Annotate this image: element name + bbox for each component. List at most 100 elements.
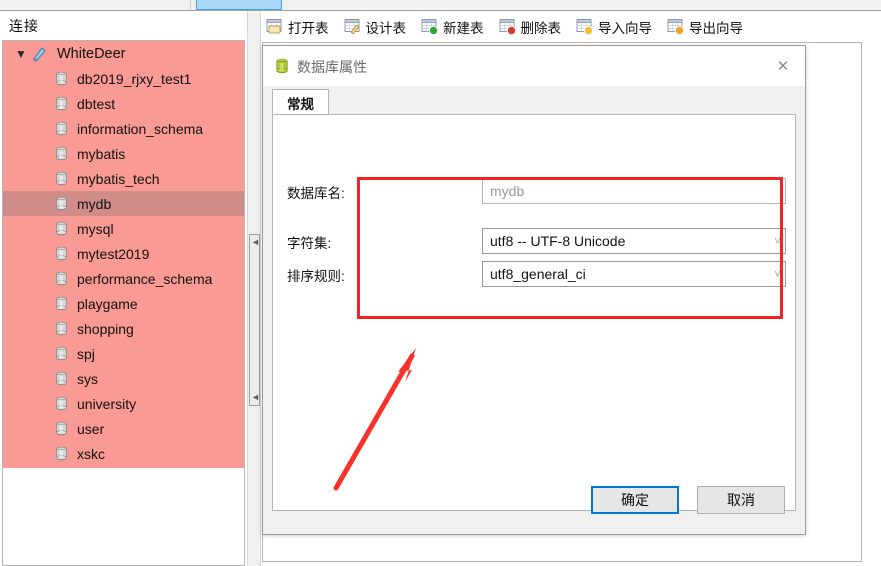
charset-select[interactable]: utf8 -- UTF-8 Unicode ˅ xyxy=(482,228,786,254)
tree-item-mybatis[interactable]: mybatis xyxy=(3,141,244,166)
collapse-left-arrow-icon[interactable]: ◄ xyxy=(251,238,260,247)
tree-item-whitedeer[interactable]: ▼ WhiteDeer xyxy=(3,41,244,66)
tree-item-sys[interactable]: sys xyxy=(3,366,244,391)
tree-item-user[interactable]: user xyxy=(3,416,244,441)
tree-item-label: performance_schema xyxy=(77,270,213,287)
toolbar-item-label: 导出向导 xyxy=(689,20,743,36)
database-icon xyxy=(54,446,69,461)
database-icon xyxy=(54,221,69,236)
field-row-collation: 排序规则: utf8_general_ci ˅ xyxy=(273,261,797,287)
tree-item-university[interactable]: university xyxy=(3,391,244,416)
database-icon xyxy=(54,421,69,436)
tree-item-mybatis_tech[interactable]: mybatis_tech xyxy=(3,166,244,191)
chevron-down-icon[interactable]: ˅ xyxy=(774,235,781,247)
tree-item-label: mysql xyxy=(77,220,114,237)
database-icon xyxy=(54,271,69,286)
tree-item-mytest2019[interactable]: mytest2019 xyxy=(3,241,244,266)
splitter-grip[interactable]: ◄ ◄ xyxy=(249,234,260,406)
tree-item-dbtest[interactable]: dbtest xyxy=(3,91,244,116)
top-strip-ghost-button-1[interactable] xyxy=(60,0,130,10)
tree-item-shopping[interactable]: shopping xyxy=(3,316,244,341)
connection-pane-header: 连接 xyxy=(0,11,247,40)
field-label-charset: 字符集: xyxy=(287,236,332,251)
database-icon xyxy=(54,146,69,161)
tree-item-label: mytest2019 xyxy=(77,245,150,262)
database-icon xyxy=(54,396,69,411)
ok-button[interactable]: 确定 xyxy=(591,486,679,514)
top-strip-ghost-button-2[interactable] xyxy=(140,0,190,10)
field-row-database-name: 数据库名: mydb xyxy=(273,178,797,204)
design-table-button[interactable]: 设计表 xyxy=(339,14,412,40)
chevron-down-icon[interactable]: ˅ xyxy=(774,268,781,280)
database-properties-dialog: 数据库属性 ✕ 常规 数据库名: mydb 字符集: utf8 -- UTF-8… xyxy=(262,45,806,535)
table-toolbar: 打开表 设计表 新建表 删除表 导入向导 导出向导 xyxy=(261,11,881,42)
dialog-body: 常规 数据库名: mydb 字符集: utf8 -- UTF-8 Unicode… xyxy=(263,86,805,534)
tree-item-label: sys xyxy=(77,370,98,387)
tree-item-label: dbtest xyxy=(77,95,116,112)
database-icon xyxy=(54,346,69,361)
top-tab-strip xyxy=(0,0,881,11)
connection-pane-title: 连接 xyxy=(9,18,39,34)
collation-select[interactable]: utf8_general_ci ˅ xyxy=(482,261,786,287)
tree-item-label: WhiteDeer xyxy=(57,45,126,62)
dialog-tabstrip: 常规 xyxy=(272,89,796,115)
tree-item-mydb[interactable]: mydb xyxy=(3,191,244,216)
tree-item-label: spj xyxy=(77,345,95,362)
database-icon xyxy=(54,371,69,386)
field-label-database-name: 数据库名: xyxy=(287,186,345,201)
export-wizard-button[interactable]: 导出向导 xyxy=(662,14,748,40)
database-icon xyxy=(54,296,69,311)
tree-item-xskc[interactable]: xskc xyxy=(3,441,244,466)
database-icon xyxy=(54,121,69,136)
tree-item-label: db2019_rjxy_test1 xyxy=(77,70,192,87)
database-name-input[interactable]: mydb xyxy=(482,178,786,204)
toolbar-item-label: 删除表 xyxy=(520,20,562,36)
toolbar-item-label: 导入向导 xyxy=(598,20,652,36)
top-strip-ghost-button-3[interactable] xyxy=(300,0,360,10)
collation-value: utf8_general_ci xyxy=(490,266,586,282)
delete-table-icon xyxy=(499,18,517,36)
new-table-button[interactable]: 新建表 xyxy=(416,14,489,40)
delete-table-button[interactable]: 删除表 xyxy=(494,14,567,40)
dialog-footer: 确定 取消 xyxy=(263,474,805,534)
open-table-icon xyxy=(266,18,284,35)
tree-item-label: playgame xyxy=(77,295,138,312)
close-icon[interactable]: ✕ xyxy=(769,54,797,78)
field-row-charset: 字符集: utf8 -- UTF-8 Unicode ˅ xyxy=(273,228,797,254)
database-icon xyxy=(274,58,290,74)
dialog-title: 数据库属性 xyxy=(297,59,367,75)
database-icon xyxy=(54,171,69,186)
connection-pane: 连接 ▼ WhiteDeer db2019_rjxy_test1dbtest in… xyxy=(0,11,247,566)
cancel-button[interactable]: 取消 xyxy=(697,486,785,514)
connection-tree[interactable]: ▼ WhiteDeer db2019_rjxy_test1dbtest infor… xyxy=(2,40,245,566)
tree-item-performance_schema[interactable]: performance_schema xyxy=(3,266,244,291)
toolbar-item-label: 打开表 xyxy=(288,20,329,36)
open-table-button[interactable]: 打开表 xyxy=(261,14,334,40)
export-wizard-icon xyxy=(667,18,685,36)
tree-item-mysql[interactable]: mysql xyxy=(3,216,244,241)
import-wizard-button[interactable]: 导入向导 xyxy=(571,14,657,40)
tree-item-label: mybatis_tech xyxy=(77,170,160,187)
tree-item-label: user xyxy=(77,420,105,437)
top-strip-separator xyxy=(190,0,191,10)
toolbar-item-label: 设计表 xyxy=(365,20,407,36)
tree-item-db2019_rjxy_test1[interactable]: db2019_rjxy_test1 xyxy=(3,66,244,91)
pane-splitter[interactable]: ◄ ◄ xyxy=(247,11,261,566)
database-name-value: mydb xyxy=(490,183,525,199)
database-icon xyxy=(54,196,69,211)
tree-item-spj[interactable]: spj xyxy=(3,341,244,366)
active-tab-highlight[interactable] xyxy=(196,0,282,10)
tree-item-label: shopping xyxy=(77,320,134,337)
general-tab-panel: 数据库名: mydb 字符集: utf8 -- UTF-8 Unicode ˅ … xyxy=(272,114,796,511)
chevron-down-icon[interactable]: ▼ xyxy=(13,48,29,60)
collapse-left-arrow-icon[interactable]: ◄ xyxy=(251,393,260,402)
charset-value: utf8 -- UTF-8 Unicode xyxy=(490,233,626,249)
tree-item-label: mydb xyxy=(77,195,112,212)
toolbar-item-label: 新建表 xyxy=(443,20,484,36)
tab-general[interactable]: 常规 xyxy=(272,89,329,115)
tree-item-information_schema[interactable]: information_schema xyxy=(3,116,244,141)
field-label-collation: 排序规则: xyxy=(287,269,345,284)
tree-item-playgame[interactable]: playgame xyxy=(3,291,244,316)
design-table-icon xyxy=(344,18,362,35)
tree-item-label: mybatis xyxy=(77,145,126,162)
